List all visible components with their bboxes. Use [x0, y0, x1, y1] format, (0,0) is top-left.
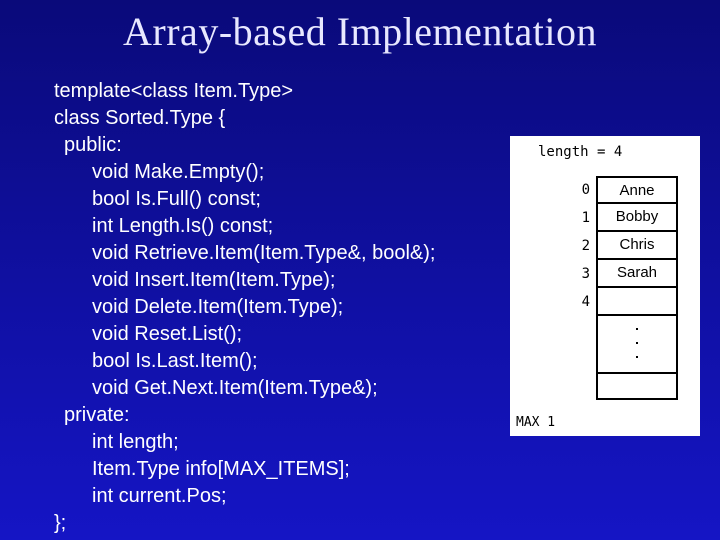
length-label: length = 4 — [510, 136, 700, 162]
row-index: 1 — [570, 204, 596, 232]
code-line: }; — [54, 510, 700, 537]
table-row: 3Sarah — [570, 260, 700, 288]
cell-value: Sarah — [596, 260, 678, 288]
code-line: Item.Type info[MAX_ITEMS]; — [92, 456, 700, 483]
cell-value — [596, 372, 678, 400]
table-row: 4 — [570, 288, 700, 316]
cell-value: Bobby — [596, 204, 678, 232]
max-label: MAX 1 — [516, 415, 555, 430]
table-row: 0Anne — [570, 176, 700, 204]
array-diagram: length = 4 0Anne1Bobby2Chris3Sarah4 MAX … — [510, 136, 700, 436]
row-index: 4 — [570, 288, 596, 316]
code-line: class Sorted.Type { — [54, 105, 700, 132]
page-title: Array-based Implementation — [0, 0, 720, 61]
table-row — [570, 372, 700, 400]
row-index: 3 — [570, 260, 596, 288]
array-cells: 0Anne1Bobby2Chris3Sarah4 — [570, 176, 700, 400]
code-line: int current.Pos; — [92, 483, 700, 510]
code-line: template<class Item.Type> — [54, 78, 700, 105]
cell-value: Anne — [596, 176, 678, 204]
slide-body: template<class Item.Type>class Sorted.Ty… — [54, 78, 700, 530]
row-index: 0 — [570, 176, 596, 204]
slide: Array-based Implementation template<clas… — [0, 0, 720, 540]
table-row: 2Chris — [570, 232, 700, 260]
array-gap — [570, 316, 700, 372]
cell-value — [596, 288, 678, 316]
table-row: 1Bobby — [570, 204, 700, 232]
row-index — [570, 372, 596, 400]
cell-value: Chris — [596, 232, 678, 260]
row-index: 2 — [570, 232, 596, 260]
